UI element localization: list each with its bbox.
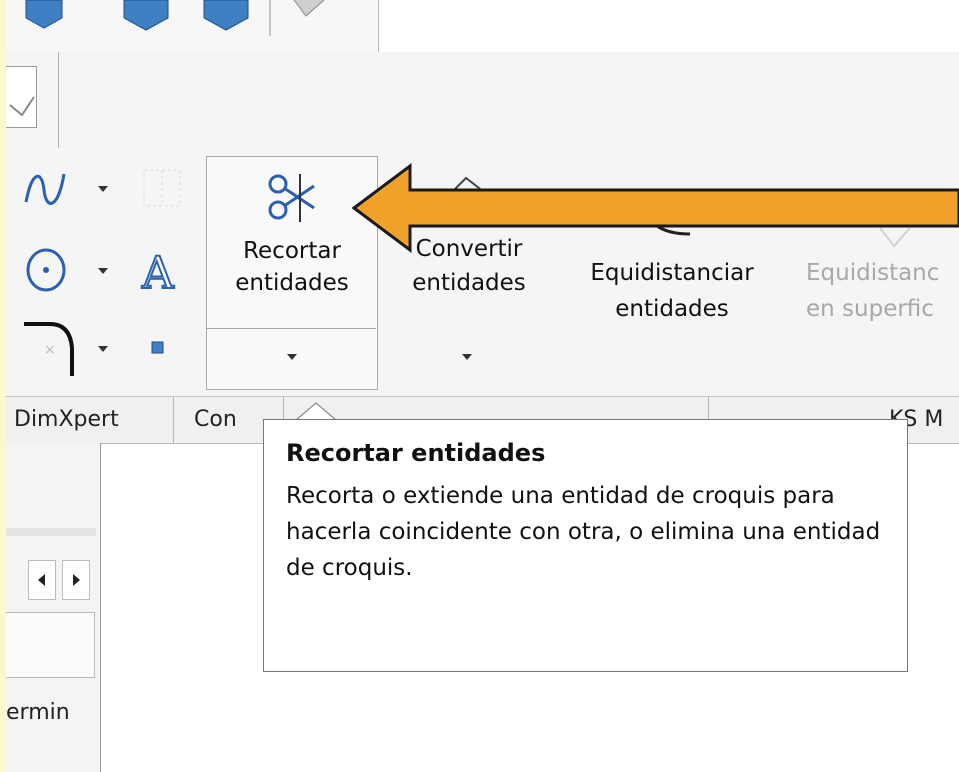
text-icon[interactable]: A xyxy=(136,242,188,298)
offset-label-line2: entidades xyxy=(615,296,729,322)
solidworks-window: A × Recortar entidades Convertir entidad… xyxy=(6,0,959,772)
panel-content-box xyxy=(6,612,95,678)
offset-label-line1: Equidistanciar xyxy=(590,260,754,286)
scroll-right-button[interactable] xyxy=(62,560,90,600)
callout-arrow xyxy=(351,163,959,253)
divider xyxy=(58,52,59,148)
tooltip: Recortar entidades Recorta o extiende un… xyxy=(263,419,908,672)
secondary-toolbar-row xyxy=(6,52,959,149)
convert-dropdown-caret[interactable] xyxy=(462,354,472,360)
trim-dropdown-caret[interactable] xyxy=(287,354,297,360)
point-icon[interactable] xyxy=(150,340,166,356)
tooltip-pointer xyxy=(295,402,337,421)
tooltip-title: Recortar entidades xyxy=(286,439,546,467)
confirm-box[interactable] xyxy=(6,66,37,128)
fillet-icon[interactable]: × xyxy=(20,318,80,378)
chevron-down-icon[interactable] xyxy=(98,186,108,192)
view-orientation-toolbar xyxy=(6,0,379,53)
divider xyxy=(206,328,376,329)
grid-icon xyxy=(143,169,181,207)
view-cube-icons[interactable] xyxy=(6,0,378,52)
circle-icon[interactable] xyxy=(18,242,74,298)
panel-label: ermin xyxy=(6,700,70,725)
trim-label-line2: entidades xyxy=(235,270,349,296)
panel-header xyxy=(6,528,96,536)
offset-surface-label-line2[interactable]: en superfic xyxy=(806,294,959,324)
scissors-icon xyxy=(268,174,315,222)
tab-dimxpert[interactable]: DimXpert xyxy=(6,397,174,443)
chevron-down-icon[interactable] xyxy=(98,346,108,352)
svg-text:A: A xyxy=(141,248,175,298)
spline-icon[interactable] xyxy=(16,162,76,222)
chevron-down-icon[interactable] xyxy=(98,268,108,274)
svg-text:×: × xyxy=(44,342,56,358)
scroll-left-button[interactable] xyxy=(28,560,56,600)
convert-label-line2: entidades xyxy=(412,270,526,296)
offset-surface-label-line1[interactable]: Equidistanc xyxy=(806,258,959,288)
tooltip-body: Recorta o extiende una entidad de croqui… xyxy=(286,483,881,581)
